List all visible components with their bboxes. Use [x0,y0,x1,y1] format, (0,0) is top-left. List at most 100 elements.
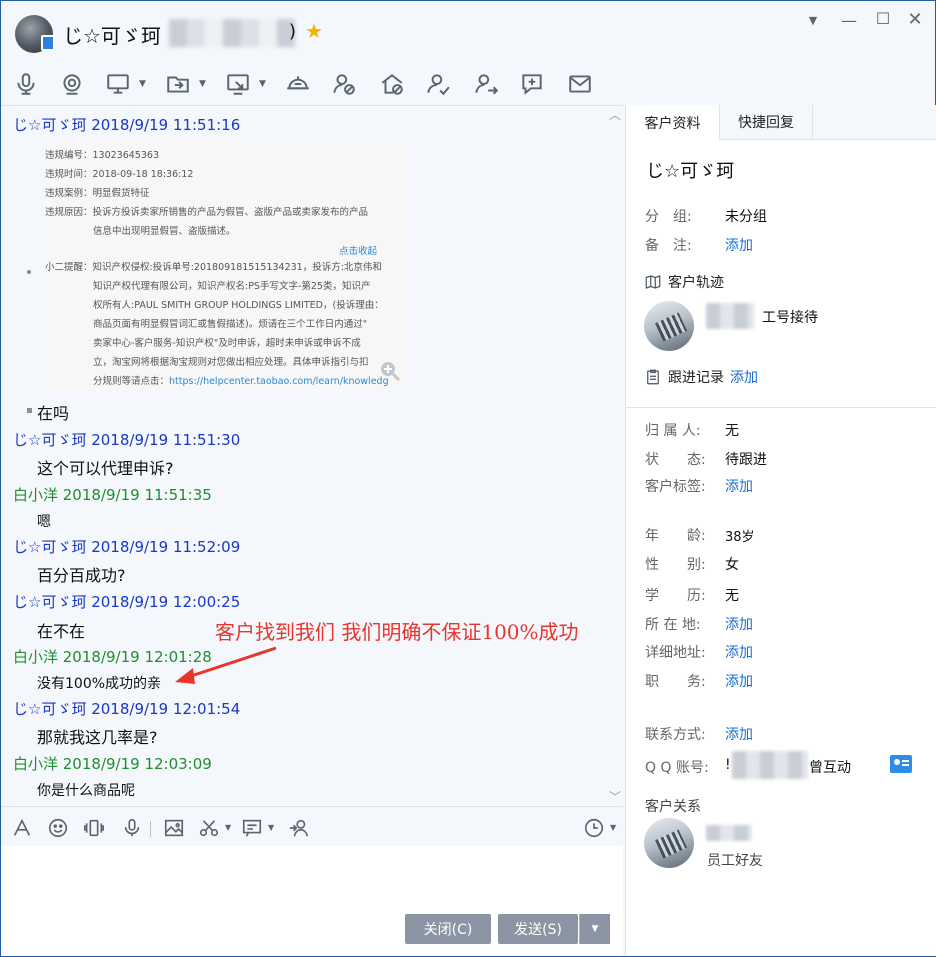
notice-line: 违规时间：2018-09-18 18:36:12 [45,169,194,180]
send-options-dropdown-icon[interactable]: ▼ [579,914,610,944]
notice-line: 违规案例：明显假货特征 [45,188,150,199]
divider [626,407,936,408]
clipboard-icon [647,369,659,385]
emoji-icon[interactable] [45,815,71,841]
screenshot-dropdown-icon[interactable]: ▼ [225,823,231,832]
add-note-link[interactable]: 添加 [725,235,753,255]
customer-name: じ☆可ゞ珂 [646,161,735,182]
contact-avatar[interactable] [15,15,55,53]
add-follow-link[interactable]: 添加 [730,367,758,387]
transfer-customer-icon[interactable] [286,815,312,841]
redacted-relation [706,825,752,841]
font-icon[interactable] [9,815,35,841]
app-center-icon[interactable] [281,69,315,99]
quick-phrase-dropdown-icon[interactable]: ▼ [268,823,274,832]
contact-card-icon[interactable] [890,755,912,773]
quick-phrase-icon[interactable] [239,815,265,841]
age-value: 38岁 [725,530,755,545]
job-label: 职 务: [645,674,706,690]
input-toolbar: ▼ ▼ ▼ [1,806,623,847]
relation-avatar [644,818,694,868]
star-icon[interactable]: ★ [305,19,323,43]
send-file-icon[interactable] [161,69,195,99]
user-transfer-icon[interactable] [469,69,503,99]
contact-status-icon[interactable] [327,69,361,99]
education-value: 无 [725,588,739,604]
dropdown-icon[interactable]: ▼ [803,14,823,27]
add-location-link[interactable]: 添加 [725,614,753,634]
close-window-icon[interactable]: ✕ [905,9,925,30]
age-label: 年 龄: [645,528,706,544]
screen-share-icon[interactable] [101,69,135,99]
shake-icon[interactable] [81,815,107,841]
tip-line: 知识产权代理有限公司，知识产权名:PS手写文字-第25类，知识产 [93,281,371,292]
tag-label: 客户标签: [645,479,706,495]
tab-quick-reply[interactable]: 快捷回复 [720,105,813,139]
tip-line: 小二提醒：知识产权侵权:投诉单号:2018091815151342​31，投诉方… [45,262,382,273]
owner-label: 归 属 人: [645,423,701,439]
zoom-image-icon[interactable] [379,360,401,382]
video-call-icon[interactable] [55,69,89,99]
shop-icon[interactable] [375,69,409,99]
chat-history[interactable]: ︿ じ☆可ゞ珂 2018/9/19 11:51:16 违规编号：13023645… [1,105,623,806]
send-button[interactable]: 发送(S) [498,914,578,944]
add-contact-link[interactable]: 添加 [725,724,753,744]
relation-title: 客户关系 [645,799,701,815]
notice-line: 违规原因：投诉方投诉卖家所销售的产品为假冒、盗版产品或卖家发布的产品 [45,207,369,218]
contact-name-title: じ☆可ゞ珂 [63,24,161,48]
notice-line: 信息中出现明显假冒、盗版描述。 [93,226,236,237]
contact-label: 联系方式: [645,727,706,743]
close-button[interactable]: 关闭(C) [405,914,491,944]
screen-share-dropdown-icon[interactable]: ▼ [139,79,146,89]
history-dropdown-icon[interactable]: ▼ [610,823,616,832]
remote-assist-dropdown-icon[interactable]: ▼ [259,79,266,89]
redacted-qq [732,751,808,779]
help-link[interactable]: https://helpcenter.taobao.com/learn/know… [169,376,389,387]
image-icon[interactable] [161,815,187,841]
add-job-link[interactable]: 添加 [725,671,753,691]
panel-tabs: 客户资料 快捷回复 [626,105,936,140]
tip-line: 权所有人:PAUL SMITH GROUP HOLDINGS LIMITED，(… [93,300,384,311]
bullet [27,408,32,413]
tip-line: 立，淘宝网将根据淘宝规则对您做出相应处理。具体申诉指引与扣 [93,357,369,368]
agent-avatar [644,301,694,351]
qq-interaction: 曾互动 [809,760,851,776]
message-header: じ☆可ゞ珂 2018/9/19 11:51:30 [13,431,241,449]
follow-record-section: 跟进记录 添加 [644,367,758,387]
microphone-icon[interactable] [9,69,43,99]
status-value: 待跟进 [725,452,767,468]
message-header: じ☆可ゞ珂 2018/9/19 12:01:54 [13,700,241,718]
add-address-link[interactable]: 添加 [725,642,753,662]
location-label: 所 在 地: [645,617,701,633]
scroll-down-icon[interactable]: ﹀ [607,788,623,804]
owner-value: 无 [725,423,739,439]
add-comment-icon[interactable] [515,69,549,99]
screenshot-icon[interactable] [196,815,222,841]
message-header: じ☆可ゞ珂 2018/9/19 11:51:16 [13,116,241,134]
history-clock-icon[interactable] [581,815,607,841]
add-tag-link[interactable]: 添加 [725,476,753,496]
violation-notice-image[interactable]: 违规编号：13023645363 违规时间：2018-09-18 18:36:1… [27,142,407,392]
redacted-name [169,19,295,47]
minimize-icon[interactable]: — [839,11,859,30]
maximize-icon[interactable]: ☐ [873,9,893,28]
tab-customer-info[interactable]: 客户资料 [626,105,720,140]
send-file-dropdown-icon[interactable]: ▼ [199,79,206,89]
notice-line: 违规编号：13023645363 [45,150,159,161]
email-icon[interactable] [563,69,597,99]
scroll-up-icon[interactable]: ︿ [607,106,623,122]
status-label: 状 态: [645,452,706,468]
message-header: 白小洋 2018/9/19 12:01:28 [13,648,212,666]
remote-assist-icon[interactable] [221,69,255,99]
message-text: 那就我这几率是? [37,728,158,747]
group-label: 分 组: [645,209,692,225]
title-bar: じ☆可ゞ珂 ) ★ ▼ — ☐ ✕ [1,1,935,61]
customer-track-section: 客户轨迹 [644,272,724,292]
tip-line: 分规则等请点击：https://helpcenter.taobao.com/le… [93,372,389,391]
group-value[interactable]: 未分组 [725,206,767,226]
user-check-icon[interactable] [421,69,455,99]
gender-value: 女 [725,557,739,573]
voice-message-icon[interactable] [119,815,145,841]
tip-line: 商品页面有明显假冒词汇或售假描述)。烦请在三个工作日内通过" [93,319,368,330]
qq-label: Q Q 账号: [645,760,709,776]
